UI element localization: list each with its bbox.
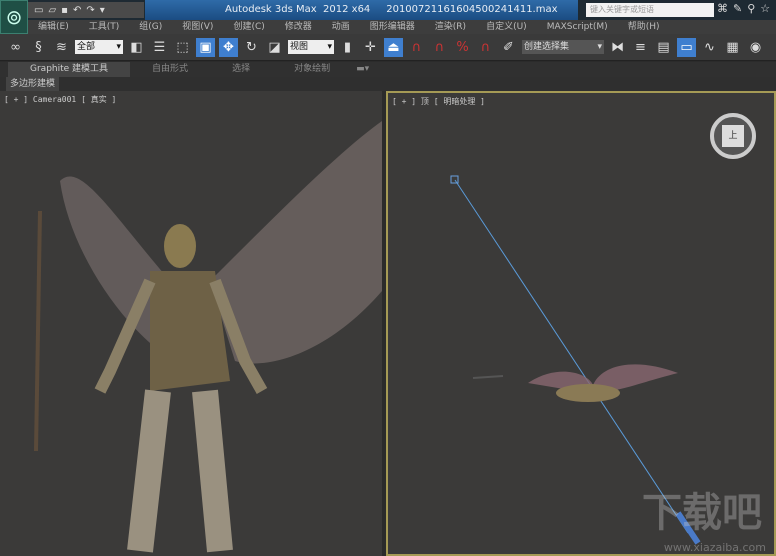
curve-editor-icon[interactable]: ∿ (700, 38, 719, 57)
percent-snap-icon[interactable]: % (453, 38, 472, 57)
main-toolbar: ∞ § ≋ 全部 ◧ ☰ ⬚ ▣ ✥ ↻ ◪ 视图 ▮ ✛ ⏏ ∩ ∩ % ∩ … (0, 34, 776, 61)
save-icon[interactable]: ▪ (61, 5, 68, 16)
snap-3d-icon[interactable]: ∩ (407, 38, 426, 57)
menu-maxscript[interactable]: MAXScript(M) (537, 20, 618, 34)
selection-filter-dropdown[interactable]: 全部 (75, 40, 123, 54)
move-icon[interactable]: ✥ (219, 37, 238, 57)
manipulate-icon[interactable]: ✛ (361, 38, 380, 57)
character-model (34, 121, 382, 553)
menu-create[interactable]: 创建(C) (223, 20, 274, 34)
schematic-view-icon[interactable]: ▦ (723, 38, 742, 57)
selection-region-icon[interactable]: ⬚ (173, 38, 192, 57)
ribbon-panel-bar: 多边形建模 (0, 77, 776, 91)
menu-animation[interactable]: 动画 (322, 20, 360, 34)
open-icon[interactable]: ▱ (48, 5, 56, 16)
watermark-logo: 下载吧 (642, 490, 762, 536)
undo-icon[interactable]: ↶ (73, 5, 81, 16)
pivot-icon[interactable]: ▮ (338, 38, 357, 57)
satellite-icon[interactable]: ⚲ (747, 2, 755, 15)
unlink-icon[interactable]: § (29, 38, 48, 57)
search-input[interactable]: 键入关键字或短语 (586, 3, 714, 17)
layer-manager-icon[interactable]: ▤ (654, 38, 673, 57)
info-center: ⌘ ✎ ⚲ ☆ (717, 2, 770, 15)
polygon-modeling-panel[interactable]: 多边形建模 (6, 77, 60, 91)
material-editor-icon[interactable]: ◉ (746, 38, 765, 57)
menu-help[interactable]: 帮助(H) (618, 20, 670, 34)
tab-selection[interactable]: 选择 (210, 62, 272, 77)
named-selection-dropdown[interactable]: 创建选择集 (522, 40, 604, 54)
keyboard-shortcut-icon[interactable]: ⏏ (384, 37, 403, 57)
quick-access-toolbar: ▭ ▱ ▪ ↶ ↷ ▾ (28, 2, 144, 18)
reference-coordinate-dropdown[interactable]: 视图 (288, 40, 334, 54)
scale-icon[interactable]: ◪ (265, 38, 284, 57)
menu-group[interactable]: 组(G) (129, 20, 172, 34)
menu-rendering[interactable]: 渲染(R) (425, 20, 476, 34)
redo-icon[interactable]: ↷ (86, 5, 94, 16)
tab-graphite-modeling[interactable]: Graphite 建模工具 (8, 62, 131, 77)
camera-viewport[interactable]: [ + ] Camera001 [ 真实 ] (0, 91, 382, 556)
new-icon[interactable]: ▭ (34, 5, 43, 16)
select-by-name-icon[interactable]: ☰ (150, 38, 169, 57)
app-title: Autodesk 3ds Max 2012 x64 (225, 4, 371, 15)
binoculars-icon[interactable]: ⌘ (717, 2, 728, 15)
menu-customize[interactable]: 自定义(U) (476, 20, 537, 34)
graphite-toggle-icon[interactable]: ▭ (677, 37, 696, 57)
mirror-icon[interactable]: ⧓ (608, 38, 627, 57)
ribbon-options-icon[interactable]: ▬▾ (352, 62, 373, 77)
select-object-icon[interactable]: ◧ (127, 38, 146, 57)
rotate-icon[interactable]: ↻ (242, 38, 261, 57)
window-crossing-icon[interactable]: ▣ (196, 37, 215, 57)
window-title: Autodesk 3ds Max 2012 x64 20100721161604… (145, 0, 578, 20)
tab-freeform[interactable]: 自由形式 (130, 62, 210, 77)
bind-space-warp-icon[interactable]: ≋ (52, 38, 71, 57)
star-icon[interactable]: ☆ (760, 2, 770, 15)
spinner-snap-icon[interactable]: ∩ (476, 38, 495, 57)
watermark-url: www.xiazaiba.com (663, 541, 766, 554)
app-logo-button[interactable]: ⊚ (0, 0, 28, 34)
tab-object-paint[interactable]: 对象绘制 (272, 62, 352, 77)
camera-target[interactable] (450, 175, 459, 184)
angle-snap-icon[interactable]: ∩ (430, 38, 449, 57)
wrench-icon[interactable]: ✎ (733, 2, 742, 15)
file-name: 20100721161604500241411.max (386, 4, 558, 15)
menu-bar: 编辑(E) 工具(T) 组(G) 视图(V) 创建(C) 修改器 动画 图形编辑… (28, 20, 776, 34)
menu-views[interactable]: 视图(V) (172, 20, 223, 34)
menu-edit[interactable]: 编辑(E) (28, 20, 79, 34)
ribbon-tabs: Graphite 建模工具 自由形式 选择 对象绘制 ▬▾ (0, 62, 776, 77)
link-icon[interactable]: ∞ (6, 38, 25, 57)
menu-modifiers[interactable]: 修改器 (275, 20, 322, 34)
menu-tools[interactable]: 工具(T) (79, 20, 130, 34)
menu-graph-editors[interactable]: 图形编辑器 (360, 20, 425, 34)
edit-named-selection-icon[interactable]: ✐ (499, 38, 518, 57)
align-icon[interactable]: ≡ (631, 38, 650, 57)
dropdown-icon[interactable]: ▾ (100, 5, 105, 16)
